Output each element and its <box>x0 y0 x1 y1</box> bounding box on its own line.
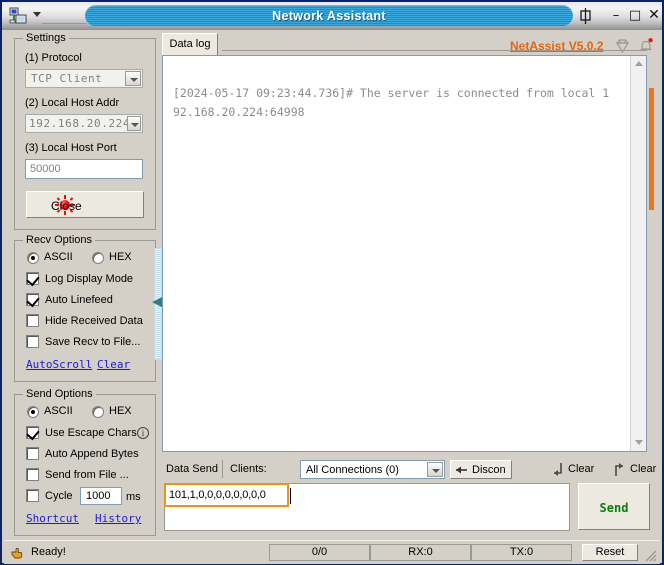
clear-send-label: Clear <box>630 463 656 475</box>
send-options-group: Send Options ASCII HEX Use Escape Chars … <box>14 394 156 536</box>
clear-recv-label: Clear <box>568 463 594 475</box>
send-checkbox-label-2: Send from File ... <box>45 469 129 481</box>
recv-save-to-file-checkbox[interactable] <box>26 335 39 348</box>
disconnect-button[interactable]: Discon <box>450 460 512 479</box>
log-text: [2024-05-17 09:23:44.736]# The server is… <box>173 84 613 122</box>
recv-checkbox-label-1: Auto Linefeed <box>45 294 113 306</box>
protocol-select[interactable]: TCP Client <box>25 69 143 88</box>
send-from-file-checkbox[interactable] <box>26 468 39 481</box>
pin-icon[interactable] <box>577 8 594 24</box>
protocol-label: (1) Protocol <box>25 52 82 64</box>
connections-select[interactable]: All Connections (0) <box>300 460 445 479</box>
send-ascii-radio[interactable] <box>27 406 39 418</box>
history-link[interactable]: History <box>95 512 141 525</box>
send-options-title: Send Options <box>23 388 96 400</box>
protocol-chevron-down-icon[interactable] <box>125 71 141 86</box>
clear-recv-button[interactable]: Clear <box>550 461 608 479</box>
cycle-value: 1000 <box>86 490 110 502</box>
local-host-port-value: 50000 <box>30 163 61 175</box>
settings-group: Settings (1) Protocol TCP Client (2) Loc… <box>14 38 156 230</box>
settings-group-title: Settings <box>23 32 69 44</box>
cycle-label: Cycle <box>45 490 73 502</box>
status-tx: TX:0 <box>471 544 572 561</box>
minimize-button[interactable]: – <box>608 8 624 24</box>
local-host-port-input[interactable]: 50000 <box>25 159 143 179</box>
collapse-left-arrow-icon[interactable]: ◀ <box>152 292 162 310</box>
clients-label: Clients: <box>230 463 267 475</box>
use-escape-chars-checkbox[interactable] <box>26 426 39 439</box>
auto-append-bytes-checkbox[interactable] <box>26 447 39 460</box>
close-button[interactable]: ✕ <box>646 8 662 24</box>
recv-checkbox-label-0: Log Display Mode <box>45 273 133 285</box>
send-input[interactable]: 101,1,0,0,0,0,0,0,0,0 <box>164 483 289 507</box>
recv-hide-received-data-checkbox[interactable] <box>26 314 39 327</box>
autoscroll-link[interactable]: AutoScroll <box>26 358 92 371</box>
connect-button-label: Close <box>51 199 82 213</box>
resize-grip-icon[interactable] <box>644 549 658 562</box>
send-checkbox-label-1: Auto Append Bytes <box>45 448 139 460</box>
network-computer-icon[interactable] <box>8 6 28 26</box>
recv-hex-label: HEX <box>109 251 132 263</box>
info-icon[interactable]: i <box>137 427 149 439</box>
clear-send-button[interactable]: Clear <box>612 461 664 479</box>
send-button[interactable]: Send <box>578 483 650 530</box>
toolbar-divider <box>222 460 223 478</box>
recv-options-title: Recv Options <box>23 234 95 246</box>
recv-log-display-mode-checkbox[interactable] <box>26 272 39 285</box>
window-title: Network Assistant <box>85 6 573 26</box>
cycle-input[interactable]: 1000 <box>80 487 122 505</box>
recv-auto-linefeed-checkbox[interactable] <box>26 293 39 306</box>
accent-strip <box>649 88 654 210</box>
bell-icon[interactable] <box>638 37 654 54</box>
status-counter: 0/0 <box>269 544 370 561</box>
local-host-port-label: (3) Local Host Port <box>25 142 117 154</box>
recv-ascii-label: ASCII <box>44 251 73 263</box>
local-host-addr-label: (2) Local Host Addr <box>25 97 119 109</box>
connections-value: All Connections (0) <box>306 464 399 476</box>
shortcut-link[interactable]: Shortcut <box>26 512 79 525</box>
cycle-checkbox[interactable] <box>26 489 39 502</box>
send-hex-radio[interactable] <box>92 406 104 418</box>
local-host-addr-select[interactable]: 192.168.20.224 <box>25 114 143 133</box>
send-toolbar: Data Send Clients: All Connections (0) D… <box>162 457 659 482</box>
tab-data-log[interactable]: Data log <box>162 33 218 55</box>
recv-hex-radio[interactable] <box>92 252 104 264</box>
recv-ascii-radio[interactable] <box>27 252 39 264</box>
netassist-brand-link[interactable]: NetAssist V5.0.2 <box>510 39 603 53</box>
data-log-pane[interactable]: [2024-05-17 09:23:44.736]# The server is… <box>162 55 647 452</box>
cycle-unit-label: ms <box>126 491 141 503</box>
recv-options-group: Recv Options ASCII HEX Log Display Mode … <box>14 240 156 382</box>
status-rx: RX:0 <box>370 544 471 561</box>
send-input-value: 101,1,0,0,0,0,0,0,0,0 <box>169 489 266 501</box>
send-hex-label: HEX <box>109 405 132 417</box>
send-checkbox-label-0: Use Escape Chars <box>45 427 137 439</box>
title-bar: Network Assistant – □ ✕ <box>2 2 662 30</box>
send-button-label: Send <box>579 501 649 515</box>
hand-pointer-icon <box>10 546 24 559</box>
recv-clear-link[interactable]: Clear <box>97 358 130 371</box>
protocol-value: TCP Client <box>31 72 102 85</box>
diamond-icon[interactable] <box>614 38 631 54</box>
app-window: Network Assistant – □ ✕ Settings (1) Pro… <box>0 0 664 565</box>
status-text: Ready! <box>31 546 66 558</box>
text-caret <box>290 488 291 504</box>
window-menu-arrow-icon[interactable] <box>33 12 41 17</box>
local-host-addr-value: 192.168.20.224 <box>29 117 130 130</box>
connections-chevron-down-icon[interactable] <box>427 462 443 477</box>
log-scrollbar[interactable] <box>630 56 646 451</box>
send-ascii-label: ASCII <box>44 405 73 417</box>
scroll-up-arrow-icon[interactable] <box>631 56 646 71</box>
data-send-label: Data Send <box>166 463 218 475</box>
status-bar: Ready! 0/0 RX:0 TX:0 Reset <box>4 540 660 564</box>
reset-button[interactable]: Reset <box>582 544 638 561</box>
connect-toggle-button[interactable]: Close <box>26 191 144 218</box>
recv-checkbox-label-2: Hide Received Data <box>45 315 143 327</box>
maximize-button[interactable]: □ <box>627 8 643 24</box>
scroll-down-arrow-icon[interactable] <box>631 435 646 450</box>
host-addr-chevron-down-icon[interactable] <box>127 116 141 131</box>
disconnect-button-label: Discon <box>472 464 506 476</box>
titlebar-swoosh <box>42 23 87 24</box>
recv-checkbox-label-3: Save Recv to File... <box>45 336 140 348</box>
